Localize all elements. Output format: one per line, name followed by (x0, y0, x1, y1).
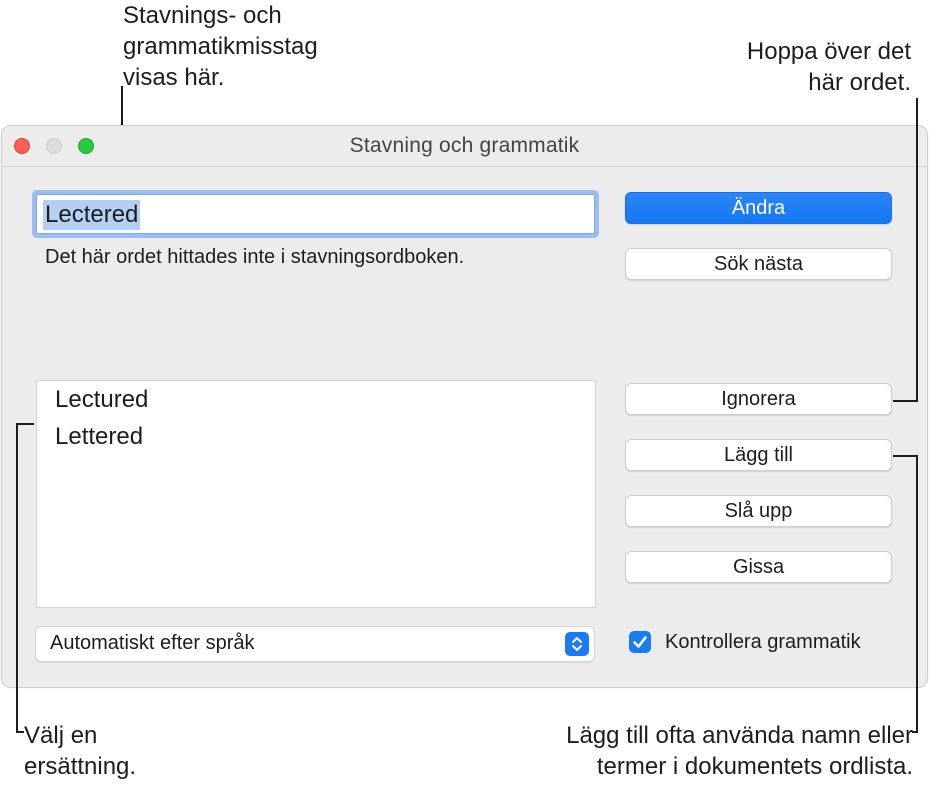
misspelled-word-field[interactable]: Lectered (32, 190, 599, 238)
spelling-grammar-window: Stavning och grammatik Lectered Det här … (1, 125, 928, 688)
learn-button[interactable]: Lägg till (625, 439, 892, 471)
suggestion-item[interactable]: Lectured (55, 384, 148, 416)
find-next-button[interactable]: Sök nästa (625, 248, 892, 280)
window-title: Stavning och grammatik (349, 134, 580, 157)
guess-button[interactable]: Gissa (625, 551, 892, 583)
title-bar: Stavning och grammatik (2, 126, 927, 167)
up-down-chevron-icon (565, 632, 589, 656)
leader-line (893, 455, 918, 457)
checkmark-icon (633, 636, 647, 648)
leader-line (912, 731, 918, 733)
language-select[interactable]: Automatiskt efter språk (35, 626, 595, 662)
change-button[interactable]: Ändra (625, 192, 892, 224)
misspelled-word[interactable]: Lectered (43, 200, 141, 230)
check-grammar-label: Kontrollera grammatik (665, 631, 861, 653)
callout-choose-replacement: Välj en ersättning. (24, 722, 137, 780)
check-grammar-checkbox[interactable] (629, 631, 651, 653)
look-up-button[interactable]: Slå upp (625, 495, 892, 527)
callout-ignore: Hoppa över det här ordet. (746, 38, 911, 96)
leader-line (16, 423, 34, 425)
callout-learn: Lägg till ofta använda namn eller termer… (566, 722, 913, 780)
suggestion-item[interactable]: Lettered (55, 421, 143, 453)
suggestions-list[interactable]: Lectured Lettered (36, 380, 596, 608)
leader-line (893, 400, 918, 402)
leader-line (916, 98, 918, 401)
callout-misspelling: Stavnings- och grammatikmisstag visas hä… (123, 2, 318, 91)
language-select-value: Automatiskt efter språk (50, 632, 255, 654)
leader-line (16, 731, 24, 733)
ignore-button[interactable]: Ignorera (625, 383, 892, 415)
leader-line (916, 455, 918, 732)
status-message: Det här ordet hittades inte i stavningso… (45, 246, 465, 268)
leader-line (16, 423, 18, 732)
